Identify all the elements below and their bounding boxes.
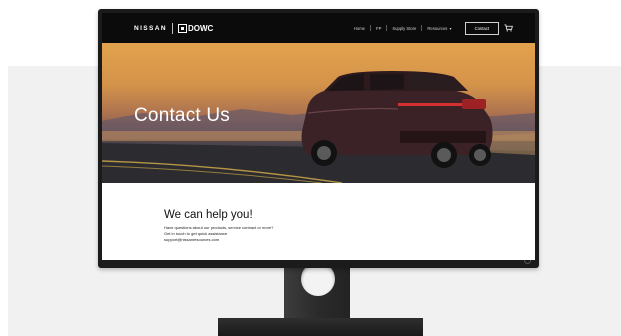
nissan-wordmark: NISSAN — [134, 24, 167, 32]
nav-link-resources[interactable]: Resources ▾ — [422, 26, 456, 31]
nav-link-supply-store[interactable]: Supply Store — [387, 26, 421, 31]
nav-link-resources-label: Resources — [427, 25, 448, 31]
brand-logo[interactable]: NISSAN DOWC — [134, 22, 214, 34]
chevron-down-icon: ▾ — [449, 25, 452, 31]
nav-link-fp[interactable]: FP — [371, 26, 386, 31]
dowc-logo-icon — [177, 23, 187, 33]
support-email-link[interactable]: support@nissanresources.com — [164, 237, 273, 243]
nav-links: Home FP Supply Store Resources ▾ Contact — [349, 13, 499, 43]
dowc-label: DOWC — [187, 23, 214, 33]
monitor-stand-base — [218, 318, 423, 336]
hero-banner: Contact Us — [102, 43, 535, 183]
brand-divider — [171, 22, 173, 34]
contact-section: We can help you! Have questions about ou… — [164, 209, 273, 243]
site-navbar: NISSAN DOWC Home FP Supply Store Resourc… — [102, 13, 535, 43]
nav-link-home[interactable]: Home — [349, 26, 370, 31]
website-screen: NISSAN DOWC Home FP Supply Store Resourc… — [102, 13, 535, 260]
contact-button[interactable]: Contact — [464, 21, 499, 35]
hero-title: Contact Us — [134, 105, 230, 126]
contact-heading: We can help you! — [164, 209, 253, 221]
monitor: NISSAN DOWC Home FP Supply Store Resourc… — [98, 9, 539, 268]
dowc-wordmark: DOWC — [177, 23, 214, 33]
cart-icon[interactable] — [504, 24, 513, 32]
